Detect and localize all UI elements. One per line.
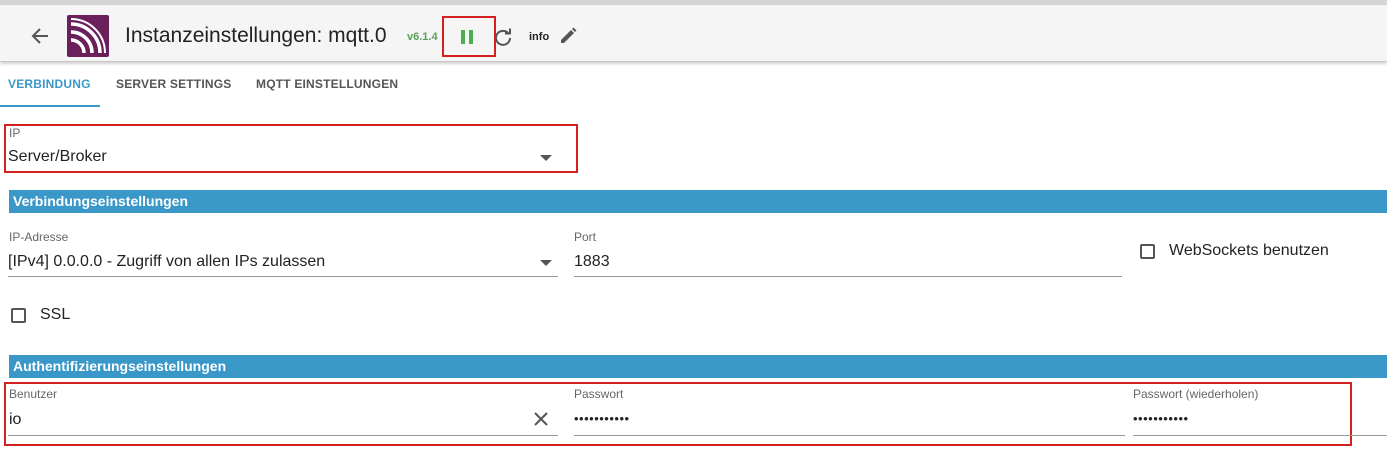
active-tab-indicator bbox=[0, 105, 100, 107]
password-repeat-label: Passwort (wiederholen) bbox=[1133, 387, 1259, 401]
section-authentifizierungseinstellungen: Authentifizierungseinstellungen bbox=[9, 355, 1387, 378]
websockets-checkbox[interactable]: WebSockets benutzen bbox=[1140, 241, 1340, 263]
arrow-left-icon bbox=[31, 28, 48, 44]
type-select-label: IP bbox=[9, 126, 21, 140]
reload-icon bbox=[495, 28, 511, 46]
port-label: Port bbox=[574, 230, 597, 244]
password-input[interactable]: ••••••••••• bbox=[574, 402, 1125, 436]
port-underline bbox=[574, 276, 1122, 277]
password-repeat-input[interactable]: ••••••••••• bbox=[1133, 402, 1387, 436]
password-value: ••••••••••• bbox=[574, 411, 630, 426]
ip-address-underline bbox=[8, 276, 558, 277]
user-input[interactable]: io bbox=[8, 402, 558, 436]
tab-server-settings[interactable]: SERVER SETTINGS bbox=[116, 77, 231, 91]
ssl-checkbox[interactable]: SSL bbox=[11, 305, 111, 327]
ip-address-select[interactable]: [IPv4] 0.0.0.0 - Zugriff von allen IPs z… bbox=[8, 245, 558, 277]
info-label: info bbox=[529, 31, 550, 43]
password-label: Passwort bbox=[574, 387, 624, 401]
ip-address-label: IP-Adresse bbox=[9, 230, 69, 244]
port-value: 1883 bbox=[574, 253, 610, 270]
user-value: io bbox=[9, 411, 22, 428]
type-select-value: Server/Broker bbox=[8, 148, 107, 165]
ip-address-value: [IPv4] 0.0.0.0 - Zugriff von allen IPs z… bbox=[8, 253, 326, 270]
section-verbindungseinstellungen: Verbindungseinstellungen bbox=[9, 190, 1387, 213]
password-underline bbox=[574, 435, 1125, 436]
type-select[interactable]: Server/Broker bbox=[8, 140, 558, 170]
checkbox-icon bbox=[1140, 244, 1155, 259]
version-label: v6.1.4 bbox=[407, 31, 438, 43]
password-repeat-underline bbox=[1133, 435, 1387, 436]
close-icon bbox=[534, 412, 548, 426]
tab-mqtt-einstellungen[interactable]: MQTT EINSTELLUNGEN bbox=[256, 77, 398, 91]
password-repeat-value: ••••••••••• bbox=[1133, 411, 1189, 426]
checkbox-icon bbox=[11, 308, 26, 323]
ssl-label: SSL bbox=[40, 306, 71, 323]
back-button[interactable] bbox=[26, 24, 54, 48]
pencil-icon bbox=[561, 27, 577, 43]
user-label: Benutzer bbox=[9, 387, 58, 401]
user-underline bbox=[8, 435, 558, 436]
tab-verbindung[interactable]: VERBINDUNG bbox=[8, 77, 91, 91]
port-input[interactable]: 1883 bbox=[574, 245, 1122, 277]
chevron-down-icon bbox=[540, 155, 552, 161]
edit-button[interactable] bbox=[557, 25, 579, 47]
pause-icon bbox=[461, 30, 473, 44]
clear-user-button[interactable] bbox=[530, 408, 552, 430]
mqtt-logo bbox=[67, 15, 109, 57]
chevron-down-icon bbox=[540, 260, 552, 266]
pause-button[interactable] bbox=[455, 26, 479, 48]
reload-button[interactable] bbox=[491, 25, 515, 49]
page-title: Instanzeinstellungen: mqtt.0 bbox=[125, 24, 387, 47]
websockets-label: WebSockets benutzen bbox=[1169, 242, 1329, 259]
